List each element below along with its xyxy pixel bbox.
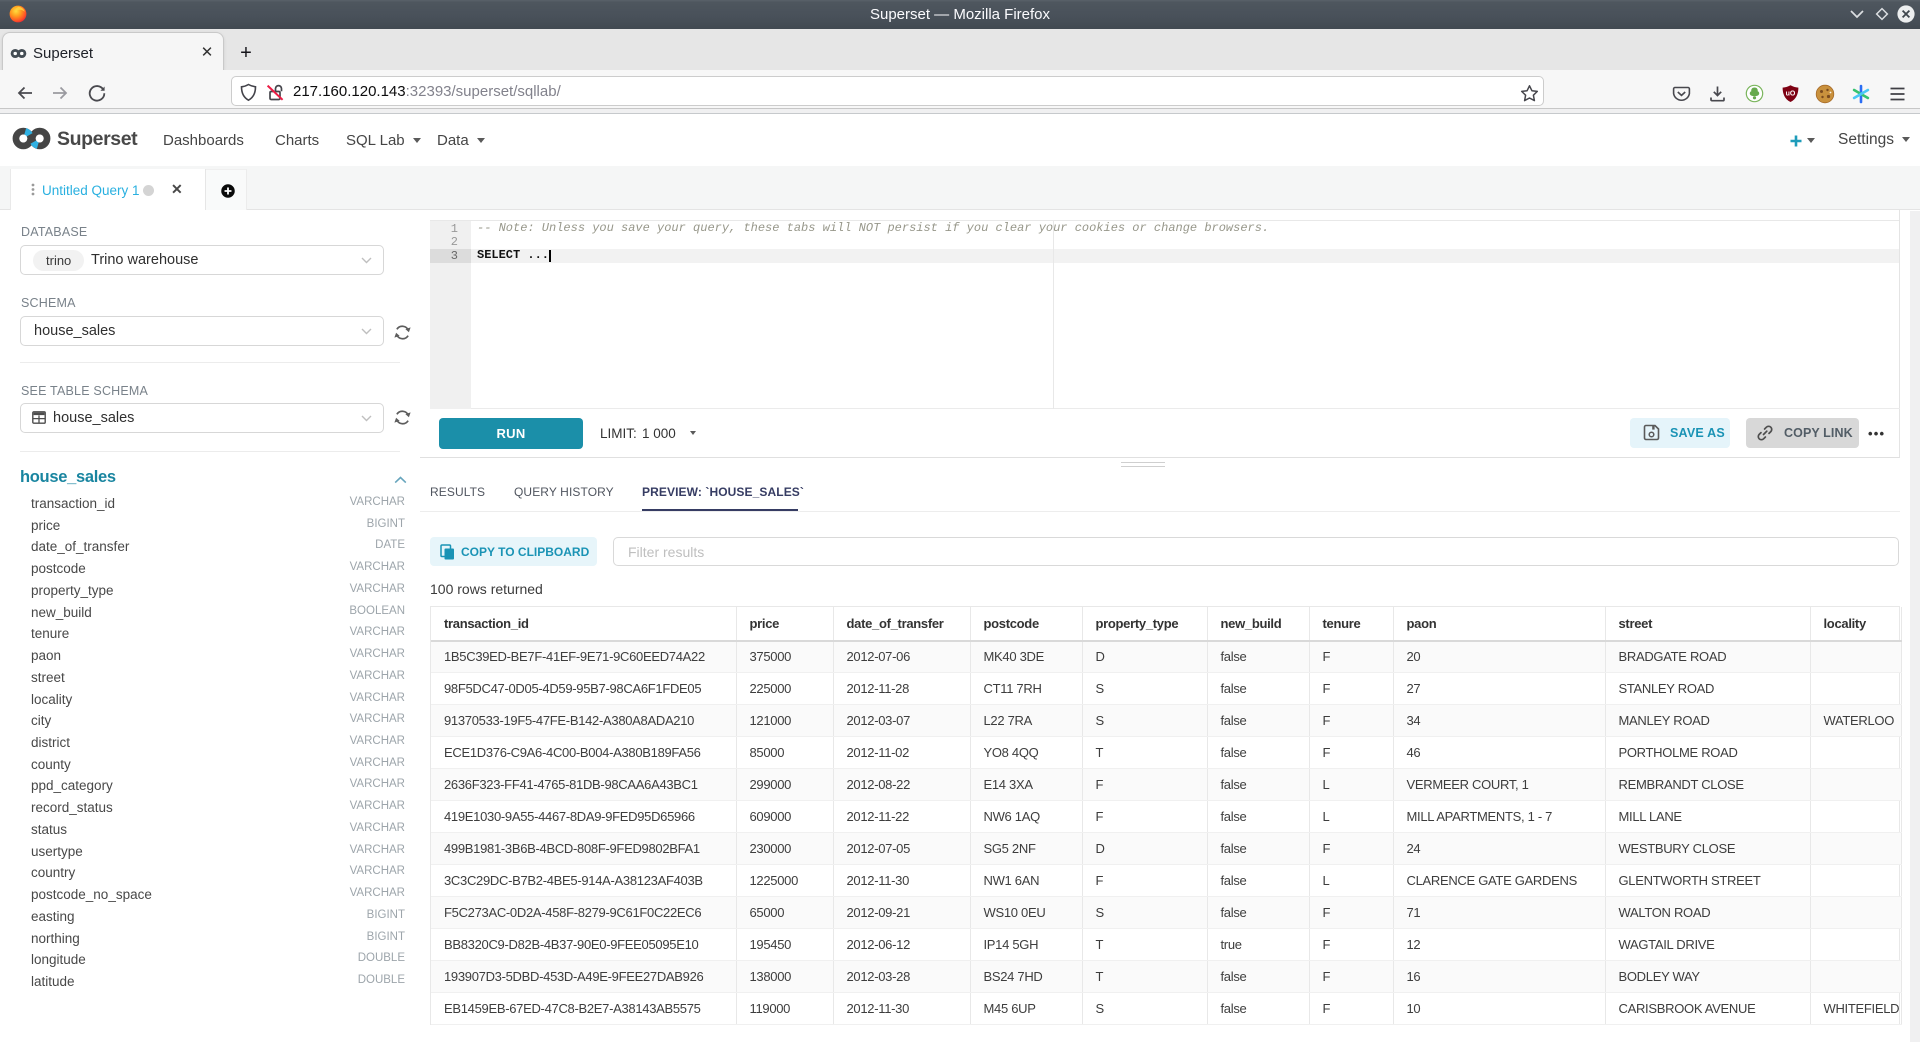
svg-text:uO: uO — [1786, 91, 1796, 98]
